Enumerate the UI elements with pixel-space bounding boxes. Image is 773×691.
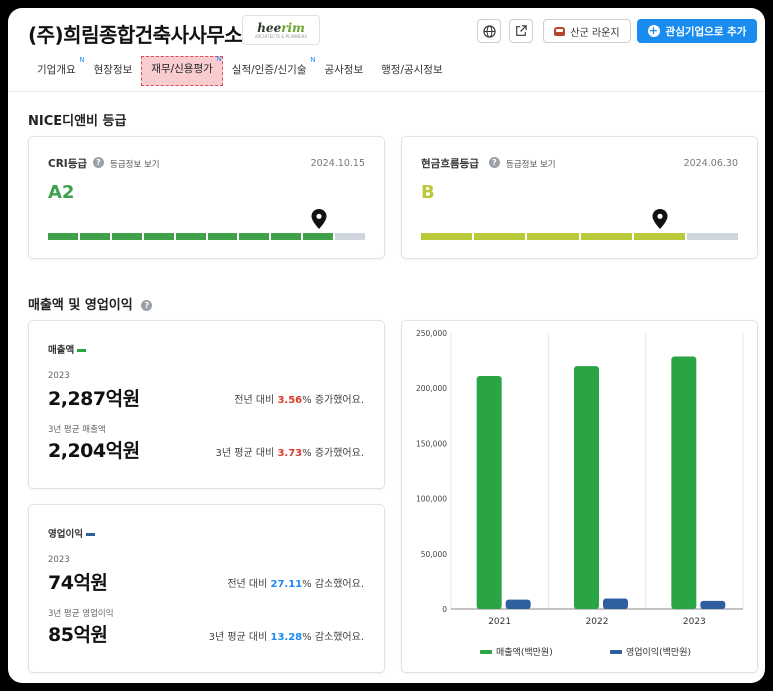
profit-label: 영업이익 bbox=[48, 526, 95, 540]
chart-legend-swatch bbox=[480, 650, 492, 654]
company-name: (주)희림종합건축사사무소 bbox=[28, 23, 243, 47]
chart-bar-operating-profit bbox=[505, 599, 531, 609]
help-icon[interactable]: ? bbox=[489, 157, 500, 168]
chart-bar-operating-profit bbox=[700, 600, 726, 609]
chart-legend-label: 매출액(백만원) bbox=[496, 646, 553, 658]
chart-legend-swatch bbox=[610, 650, 622, 654]
tab-bar: 기업개요 N 현장정보 재무/신용평가 N 실적/인증/신기술 N 공사정보 행정/공… bbox=[28, 55, 452, 88]
profit-avg-value: 85억원 bbox=[48, 624, 108, 646]
grade-bar-segment bbox=[303, 233, 334, 240]
cri-grade-card: CRI등급 ? 등급정보 보기 2024.10.15 A2 bbox=[28, 136, 385, 259]
help-icon[interactable]: ? bbox=[141, 300, 153, 311]
profit-yoy-text: 전년 대비 27.11% 감소했어요. bbox=[227, 579, 364, 590]
location-pin-icon bbox=[652, 209, 668, 229]
grade-bar-segment bbox=[421, 233, 473, 240]
chart-legend-label: 영업이익(백만원) bbox=[626, 646, 691, 658]
tab-overview[interactable]: 기업개요 N bbox=[28, 56, 85, 88]
chart-y-tick-label: 150,000 bbox=[416, 439, 447, 448]
sales-section-title: 매출액 및 영업이익 ? bbox=[28, 294, 153, 313]
external-link-icon bbox=[516, 25, 527, 36]
revenue-avg-value: 2,204억원 bbox=[48, 440, 140, 462]
car-icon bbox=[554, 26, 566, 36]
revenue-avg-label: 3년 평균 매출액 bbox=[48, 425, 106, 435]
app-frame: (주)희림종합건축사사무소 heerim ARCHITECTS & PLANNE… bbox=[8, 8, 765, 683]
tab-site-info[interactable]: 현장정보 bbox=[85, 58, 142, 88]
chart-x-tick-label: 2021 bbox=[488, 617, 511, 627]
grade-bar-segment bbox=[527, 233, 579, 240]
plus-circle-icon: + bbox=[647, 24, 660, 37]
revenue-avg-text: 3년 평균 대비 3.73% 증가했어요. bbox=[215, 448, 364, 459]
lounge-label: 산군 라운지 bbox=[570, 27, 620, 39]
grade-bar-segment bbox=[175, 233, 206, 240]
profit-year: 2023 bbox=[48, 555, 70, 565]
cashflow-grade-bar bbox=[421, 233, 739, 240]
grade-bar-segment bbox=[474, 233, 526, 240]
help-icon[interactable]: ? bbox=[93, 157, 104, 168]
sales-profit-chart: 0 50,000 100,000 150,000 200,000 250,000 2021 2… bbox=[416, 329, 744, 658]
operating-profit-card: 영업이익 2023 74억원 전년 대비 27.11% 감소했어요. 3년 평균… bbox=[28, 504, 385, 673]
chart-y-tick-label: 250,000 bbox=[416, 329, 447, 338]
chart-bar-revenue bbox=[574, 366, 599, 609]
grade-bar-segment bbox=[633, 233, 685, 240]
cri-grade-info-link[interactable]: 등급정보 보기 bbox=[110, 158, 160, 170]
grade-bar-segment bbox=[335, 233, 366, 240]
chart-x-tick-label: 2022 bbox=[586, 617, 609, 627]
grade-bar-segment bbox=[111, 233, 142, 240]
profit-value: 74억원 bbox=[48, 572, 108, 594]
revenue-yoy-text: 전년 대비 3.56% 증가했어요. bbox=[234, 395, 364, 406]
tab-administration[interactable]: 행정/공시정보 bbox=[372, 58, 452, 88]
tab-performance[interactable]: 실적/인증/신기술 N bbox=[223, 56, 316, 88]
cri-date: 2024.10.15 bbox=[310, 158, 365, 169]
share-button[interactable] bbox=[509, 19, 533, 43]
location-pin-icon bbox=[311, 209, 327, 229]
profit-legend-dash bbox=[85, 533, 95, 536]
cashflow-grade-info-link[interactable]: 등급정보 보기 bbox=[506, 158, 556, 170]
chart-y-tick-label: 0 bbox=[442, 605, 447, 614]
add-interest-label: 관심기업으로 추가 bbox=[665, 25, 747, 38]
grade-bar-segment bbox=[207, 233, 238, 240]
logo-subtext: ARCHITECTS & PLANNERS bbox=[254, 34, 307, 39]
profit-avg-label: 3년 평균 영업이익 bbox=[48, 609, 114, 619]
tab-finance-credit[interactable]: 재무/신용평가 N bbox=[141, 55, 223, 86]
grade-bar-segment bbox=[686, 233, 739, 240]
revenue-year: 2023 bbox=[48, 371, 70, 381]
lounge-button[interactable]: 산군 라운지 bbox=[543, 19, 631, 43]
company-logo: heerim ARCHITECTS & PLANNERS bbox=[242, 15, 320, 45]
nice-section-title: NICE디앤비 등급 bbox=[28, 114, 127, 129]
grade-bar-segment bbox=[48, 233, 78, 240]
cri-grade-bar bbox=[48, 233, 366, 240]
chart-bar-operating-profit bbox=[603, 598, 628, 609]
grade-bar-segment bbox=[79, 233, 110, 240]
cri-label: CRI등급 bbox=[48, 158, 88, 170]
revenue-value: 2,287억원 bbox=[48, 388, 140, 410]
globe-icon bbox=[482, 24, 496, 38]
chart-y-tick-label: 100,000 bbox=[416, 495, 447, 504]
chart-bar-revenue bbox=[671, 356, 697, 609]
grade-bar-segment bbox=[271, 233, 302, 240]
revenue-card: 매출액 2023 2,287억원 전년 대비 3.56% 증가했어요. 3년 평… bbox=[28, 320, 385, 489]
cashflow-label: 현금흐름등급 bbox=[421, 158, 479, 170]
cashflow-date: 2024.06.30 bbox=[683, 158, 738, 169]
logo-text: heerim bbox=[257, 21, 305, 35]
cashflow-grade-card: 현금흐름등급 ? 등급정보 보기 2024.06.30 B bbox=[401, 136, 758, 259]
grade-bar-segment bbox=[239, 233, 270, 240]
cashflow-grade-value: B bbox=[421, 182, 435, 203]
chart-bar-revenue bbox=[476, 376, 502, 609]
revenue-legend-dash bbox=[77, 349, 87, 352]
cri-grade-value: A2 bbox=[48, 182, 75, 203]
grade-bar-segment bbox=[580, 233, 632, 240]
grade-bar-segment bbox=[143, 233, 174, 240]
chart-y-tick-label: 200,000 bbox=[416, 384, 447, 393]
profit-avg-text: 3년 평균 대비 13.28% 감소했어요. bbox=[208, 632, 364, 643]
tab-construction[interactable]: 공사정보 bbox=[315, 58, 372, 88]
company-header: (주)희림종합건축사사무소 heerim ARCHITECTS & PLANNE… bbox=[8, 8, 765, 92]
add-interest-button[interactable]: + 관심기업으로 추가 bbox=[637, 19, 757, 43]
revenue-label: 매출액 bbox=[48, 342, 87, 356]
sales-profit-chart-card: 0 50,000 100,000 150,000 200,000 250,000 2021 2… bbox=[401, 320, 758, 673]
chart-y-tick-label: 50,000 bbox=[421, 550, 447, 559]
chart-x-tick-label: 2023 bbox=[683, 617, 706, 627]
language-button[interactable] bbox=[477, 19, 501, 43]
